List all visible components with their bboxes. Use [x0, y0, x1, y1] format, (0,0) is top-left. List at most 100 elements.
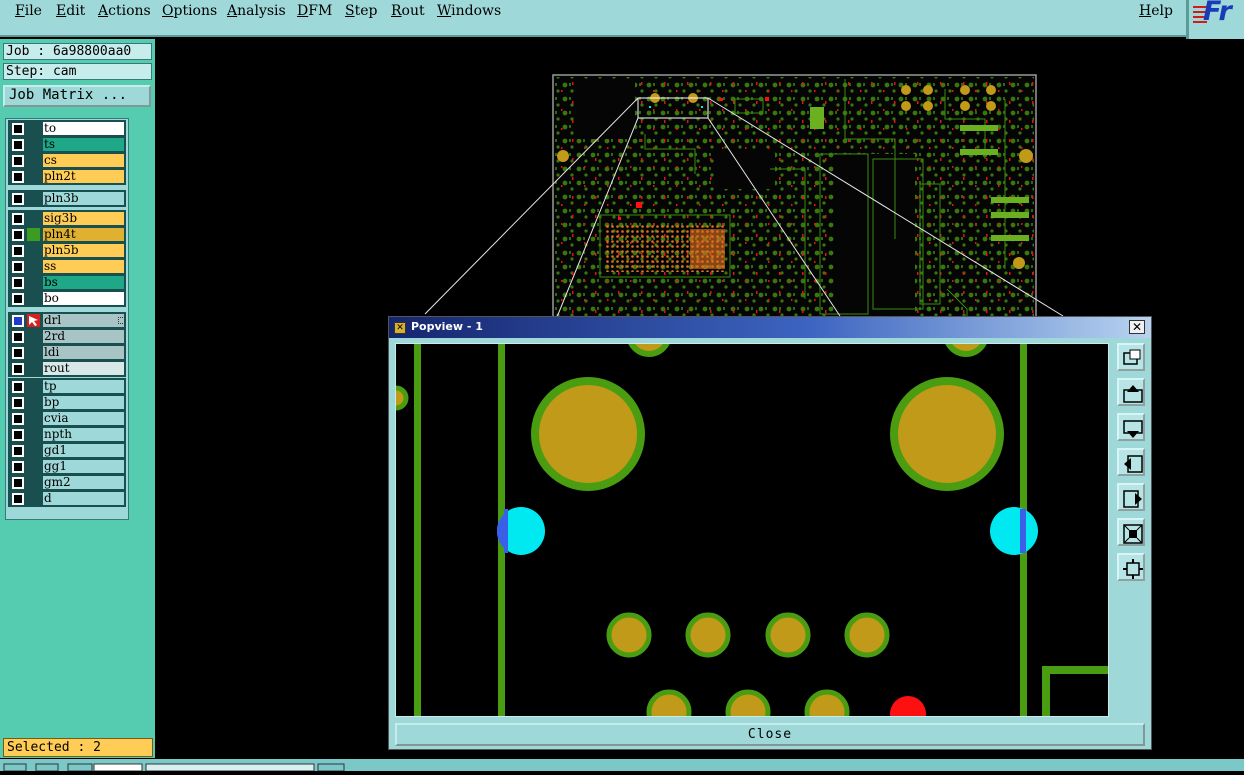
app-logo: Fr — [1186, 0, 1244, 39]
layer-row-gd1[interactable]: gd1 — [8, 443, 126, 458]
popview-close-button[interactable]: Close — [395, 723, 1145, 746]
menu-help[interactable]: Help — [1139, 3, 1173, 19]
close-icon[interactable]: ✕ — [1129, 320, 1145, 334]
layer-row-rout[interactable]: rout — [8, 361, 126, 376]
layer-label: gd1 — [43, 444, 124, 457]
layer-checkbox[interactable] — [12, 493, 24, 505]
layer-checkbox[interactable] — [12, 397, 24, 409]
layer-row-drl[interactable]: drl — [8, 313, 126, 328]
cursor-arrow-icon — [27, 314, 40, 327]
layer-row-pln5b[interactable]: pln5b — [8, 243, 126, 258]
layer-label: pln5b — [43, 244, 124, 257]
layer-row-ss[interactable]: ss — [8, 259, 126, 274]
zoom-window-icon[interactable] — [1117, 343, 1145, 371]
layer-row-bs[interactable]: bs — [8, 275, 126, 290]
layer-label: d — [43, 492, 124, 505]
layer-checkbox[interactable] — [12, 347, 24, 359]
menu-options[interactable]: Options — [162, 3, 217, 19]
layer-checkbox[interactable] — [12, 229, 24, 241]
layer-group: tp bp cvia npth gd1 gg1 gm2 d — [8, 378, 126, 507]
layer-row-to[interactable]: to — [8, 121, 126, 136]
layer-row-tp[interactable]: tp — [8, 379, 126, 394]
work-layer-icon — [27, 228, 40, 241]
menu-windows[interactable]: Windows — [437, 3, 501, 19]
layer-label: drl — [43, 314, 124, 327]
layer-row-cs[interactable]: cs — [8, 153, 126, 168]
popview-titlebar[interactable]: ✕ Popview - 1 — [389, 317, 1151, 338]
bottom-status-bar — [0, 759, 1244, 772]
layer-checkbox[interactable] — [12, 363, 24, 375]
window-menu-icon[interactable]: ✕ — [394, 322, 406, 334]
menu-analysis[interactable]: Analysis — [227, 3, 286, 19]
layer-label: gg1 — [43, 460, 124, 473]
layer-checkbox[interactable] — [12, 315, 24, 327]
layer-checkbox[interactable] — [12, 261, 24, 273]
layer-checkbox[interactable] — [12, 429, 24, 441]
popview-canvas[interactable] — [395, 343, 1109, 717]
left-panel: Job : 6a98800aa0 Step: cam Job Matrix ..… — [0, 39, 155, 758]
layer-group: drl 2rd ldi rout — [8, 312, 126, 377]
layer-label: gm2 — [43, 476, 124, 489]
popview-window: ✕ Popview - 1 ✕ Close — [388, 316, 1152, 750]
layer-label: pln2t — [43, 170, 124, 183]
step-name-field: Step: cam — [3, 63, 152, 80]
menubar: File Edit Actions Options Analysis DFM Step Rou… — [0, 0, 1186, 37]
layer-row-d[interactable]: d — [8, 491, 126, 506]
layer-row-sig3b[interactable]: sig3b — [8, 211, 126, 226]
layer-checkbox[interactable] — [12, 445, 24, 457]
zoom-fit-icon[interactable] — [1117, 518, 1145, 546]
layer-label: ldi — [43, 346, 124, 359]
layer-row-bo[interactable]: bo — [8, 291, 126, 306]
layer-row-pln3b[interactable]: pln3b — [8, 191, 126, 206]
layer-group: pln3b — [8, 190, 126, 207]
layer-row-ts[interactable]: ts — [8, 137, 126, 152]
menu-dfm[interactable]: DFM — [297, 3, 332, 19]
pan-up-icon[interactable] — [1117, 378, 1145, 406]
layer-label: bp — [43, 396, 124, 409]
layer-label: ss — [43, 260, 124, 273]
layer-row-gm2[interactable]: gm2 — [8, 475, 126, 490]
layer-checkbox[interactable] — [12, 413, 24, 425]
layer-label: cvia — [43, 412, 124, 425]
layer-row-ldi[interactable]: ldi — [8, 345, 126, 360]
job-matrix-button[interactable]: Job Matrix ... — [3, 85, 151, 107]
layer-checkbox[interactable] — [12, 331, 24, 343]
layer-row-bp[interactable]: bp — [8, 395, 126, 410]
layer-checkbox[interactable] — [12, 245, 24, 257]
layer-row-2rd[interactable]: 2rd — [8, 329, 126, 344]
layer-checkbox[interactable] — [12, 461, 24, 473]
layer-row-cvia[interactable]: cvia — [8, 411, 126, 426]
layer-row-pln2t[interactable]: pln2t — [8, 169, 126, 184]
layer-checkbox[interactable] — [12, 381, 24, 393]
center-icon[interactable] — [1117, 553, 1145, 581]
menu-step[interactable]: Step — [345, 3, 377, 19]
logo-text: Fr — [1203, 0, 1232, 27]
pan-right-icon[interactable] — [1117, 483, 1145, 511]
menu-edit[interactable]: Edit — [56, 3, 85, 19]
layer-label: to — [43, 122, 124, 135]
layer-label: rout — [43, 362, 124, 375]
pan-left-icon[interactable] — [1117, 448, 1145, 476]
layer-checkbox[interactable] — [12, 477, 24, 489]
layer-checkbox[interactable] — [12, 293, 24, 305]
layer-checkbox[interactable] — [12, 139, 24, 151]
layer-checkbox[interactable] — [12, 155, 24, 167]
popview-title: Popview - 1 — [411, 320, 483, 333]
layer-checkbox[interactable] — [12, 277, 24, 289]
layer-label: cs — [43, 154, 124, 167]
menu-actions[interactable]: Actions — [98, 3, 151, 19]
layer-list: to ts cs pln2t pln3b sig3b pln4t pln5b ss bs bo drl… — [5, 118, 129, 520]
layer-row-npth[interactable]: npth — [8, 427, 126, 442]
layer-checkbox[interactable] — [12, 171, 24, 183]
menu-file[interactable]: File — [15, 3, 42, 19]
pan-down-icon[interactable] — [1117, 413, 1145, 441]
layer-row-pln4t[interactable]: pln4t — [8, 227, 126, 242]
layer-checkbox[interactable] — [12, 193, 24, 205]
popview-zoomed-board — [396, 344, 1108, 716]
layer-checkbox[interactable] — [12, 123, 24, 135]
layer-row-gg1[interactable]: gg1 — [8, 459, 126, 474]
layer-checkbox[interactable] — [12, 213, 24, 225]
layer-label: bs — [43, 276, 124, 289]
layer-label: pln3b — [43, 192, 124, 205]
menu-rout[interactable]: Rout — [391, 3, 425, 19]
